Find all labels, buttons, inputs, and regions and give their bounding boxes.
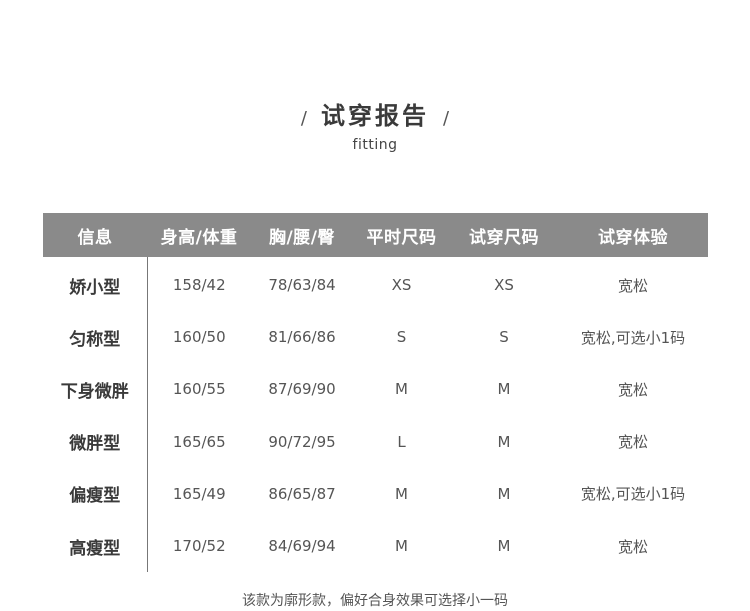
- header-bust-waist-hip: 胸/腰/臀: [251, 213, 353, 257]
- cell-info: 下身微胖: [43, 363, 148, 416]
- cell-try-size: XS: [494, 276, 514, 295]
- cell-bust-waist-hip: 81/66/86: [268, 328, 336, 347]
- table-row: 微胖型 165/65 90/72/95 L M 宽松: [43, 415, 708, 468]
- header-try-size: 试穿尺码: [450, 213, 558, 257]
- cell-bust-waist-hip: 78/63/84: [268, 276, 336, 295]
- cell-height-weight: 170/52: [172, 537, 226, 556]
- fitting-table-container: 信息 身高/体重 胸/腰/臀 平时尺码 试穿尺码 试穿体验 娇小型 158/42…: [43, 213, 708, 573]
- table-row: 匀称型 160/50 81/66/86 S S 宽松,可选小1码: [43, 311, 708, 364]
- cell-experience: 宽松: [617, 276, 648, 295]
- fitting-table: 信息 身高/体重 胸/腰/臀 平时尺码 试穿尺码 试穿体验 娇小型 158/42…: [43, 213, 708, 573]
- table-header-row: 信息 身高/体重 胸/腰/臀 平时尺码 试穿尺码 试穿体验: [43, 213, 708, 257]
- cell-usual-size: M: [395, 537, 408, 556]
- report-header: / 试穿报告 / fitting: [0, 96, 750, 153]
- cell-height-weight: 165/49: [172, 484, 226, 503]
- cell-try-size: S: [499, 328, 509, 347]
- cell-height-weight: 165/65: [172, 432, 226, 451]
- table-row: 偏瘦型 165/49 86/65/87 M M 宽松,可选小1码: [43, 467, 708, 520]
- cell-experience: 宽松,可选小1码: [580, 485, 686, 504]
- cell-bust-waist-hip: 87/69/90: [268, 380, 336, 399]
- cell-usual-size: S: [396, 328, 407, 347]
- cell-try-size: M: [497, 432, 511, 451]
- header-experience: 试穿体验: [558, 213, 708, 257]
- cell-experience: 宽松: [617, 380, 648, 399]
- cell-info: 微胖型: [43, 415, 148, 468]
- cell-bust-waist-hip: 86/65/87: [268, 484, 336, 503]
- cell-usual-size: L: [397, 432, 406, 451]
- cell-usual-size: M: [395, 484, 408, 503]
- table-body: 娇小型 158/42 78/63/84 XS XS 宽松 匀称型 160/50 …: [43, 257, 708, 573]
- cell-info: 偏瘦型: [43, 467, 148, 520]
- title-slash-left: /: [300, 108, 307, 129]
- page-title: 试穿报告: [321, 102, 429, 130]
- cell-try-size: M: [497, 537, 511, 556]
- cell-experience: 宽松,可选小1码: [580, 328, 686, 347]
- cell-height-weight: 160/55: [172, 380, 226, 399]
- cell-height-weight: 158/42: [172, 276, 226, 295]
- table-row: 娇小型 158/42 78/63/84 XS XS 宽松: [43, 257, 708, 312]
- table-row: 下身微胖 160/55 87/69/90 M M 宽松: [43, 363, 708, 416]
- cell-info: 娇小型: [43, 257, 148, 312]
- title-line: / 试穿报告 /: [301, 96, 449, 131]
- cell-try-size: M: [497, 380, 511, 399]
- cell-bust-waist-hip: 90/72/95: [268, 432, 336, 451]
- header-usual-size: 平时尺码: [353, 213, 450, 257]
- footer-note: 该款为廓形款，偏好合身效果可选择小一码: [242, 593, 508, 609]
- cell-experience: 宽松: [617, 433, 648, 452]
- cell-experience: 宽松: [617, 537, 648, 556]
- header-info: 信息: [43, 213, 147, 257]
- title-slash-right: /: [443, 108, 450, 129]
- cell-usual-size: XS: [391, 276, 412, 295]
- cell-bust-waist-hip: 84/69/94: [268, 537, 336, 556]
- cell-usual-size: M: [395, 380, 408, 399]
- cell-height-weight: 160/50: [172, 328, 226, 347]
- table-row: 高瘦型 170/52 84/69/94 M M 宽松: [43, 519, 708, 573]
- cell-info: 匀称型: [43, 311, 148, 364]
- header-height-weight: 身高/体重: [147, 213, 251, 257]
- cell-info: 高瘦型: [43, 519, 148, 573]
- page-subtitle: fitting: [352, 137, 398, 153]
- cell-try-size: M: [497, 484, 511, 503]
- table-header: 信息 身高/体重 胸/腰/臀 平时尺码 试穿尺码 试穿体验: [43, 213, 708, 257]
